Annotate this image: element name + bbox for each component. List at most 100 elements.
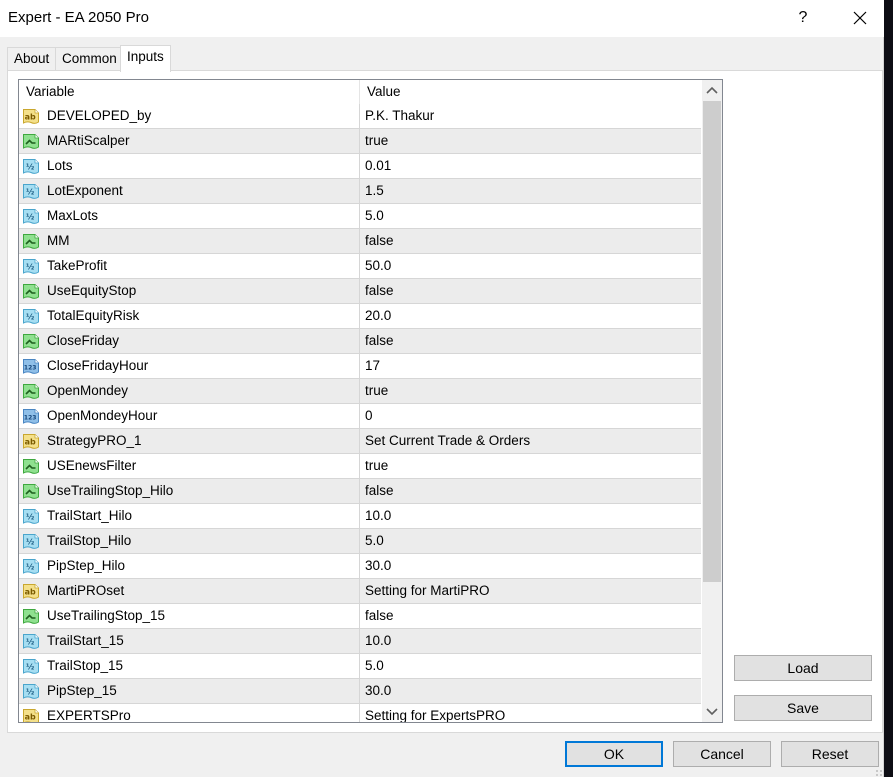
double-type-icon: ½ bbox=[23, 534, 39, 549]
value-cell[interactable]: 50.0 bbox=[359, 254, 701, 278]
grid-rows: ab DEVELOPED_by P.K. Thakur MARtiScalper tru… bbox=[19, 104, 701, 722]
title-bar[interactable]: Expert - EA 2050 Pro ? bbox=[0, 0, 884, 37]
table-row[interactable]: ½ TrailStart_Hilo 10.0 bbox=[19, 504, 701, 529]
variable-cell: MM bbox=[19, 229, 359, 253]
table-row[interactable]: ab EXPERTSPro Setting for ExpertsPRO bbox=[19, 704, 701, 722]
value-cell[interactable]: 10.0 bbox=[359, 629, 701, 653]
value-cell[interactable]: Setting for ExpertsPRO bbox=[359, 704, 701, 722]
table-row[interactable]: ½ PipStep_15 30.0 bbox=[19, 679, 701, 704]
table-row[interactable]: ab MartiPROset Setting for MartiPRO bbox=[19, 579, 701, 604]
load-button[interactable]: Load bbox=[734, 655, 872, 681]
double-type-icon: ½ bbox=[23, 634, 39, 649]
svg-text:123: 123 bbox=[24, 415, 37, 422]
variable-name: UseTrailingStop_Hilo bbox=[47, 483, 174, 498]
table-row[interactable]: ½ PipStep_Hilo 30.0 bbox=[19, 554, 701, 579]
string-type-icon: ab bbox=[23, 709, 39, 722]
table-row[interactable]: MM false bbox=[19, 229, 701, 254]
ok-button[interactable]: OK bbox=[565, 741, 663, 767]
value-cell[interactable]: 10.0 bbox=[359, 504, 701, 528]
value-cell[interactable]: true bbox=[359, 379, 701, 403]
value-cell[interactable]: true bbox=[359, 129, 701, 153]
value-cell[interactable]: 30.0 bbox=[359, 554, 701, 578]
variable-name: TrailStop_Hilo bbox=[47, 533, 132, 548]
svg-text:½: ½ bbox=[26, 187, 34, 197]
bool-type-icon bbox=[23, 334, 39, 349]
value-cell[interactable]: 1.5 bbox=[359, 179, 701, 203]
column-header-variable[interactable]: Variable bbox=[19, 80, 359, 104]
value-cell[interactable]: 5.0 bbox=[359, 654, 701, 678]
table-row[interactable]: OpenMondey true bbox=[19, 379, 701, 404]
table-row[interactable]: 123 CloseFridayHour 17 bbox=[19, 354, 701, 379]
help-button[interactable]: ? bbox=[790, 4, 816, 32]
value-cell[interactable]: false bbox=[359, 329, 701, 353]
double-type-icon: ½ bbox=[23, 184, 39, 199]
scroll-up-button[interactable] bbox=[702, 80, 722, 100]
table-row[interactable]: ab StrategyPRO_1 Set Current Trade & Order… bbox=[19, 429, 701, 454]
scrollbar-thumb[interactable] bbox=[703, 101, 721, 582]
table-row[interactable]: UseTrailingStop_15 false bbox=[19, 604, 701, 629]
table-row[interactable]: 123 OpenMondeyHour 0 bbox=[19, 404, 701, 429]
variable-name: UseEquityStop bbox=[47, 283, 137, 298]
value-cell[interactable]: false bbox=[359, 479, 701, 503]
table-row[interactable]: MARtiScalper true bbox=[19, 129, 701, 154]
cancel-button[interactable]: Cancel bbox=[673, 741, 771, 767]
value-cell[interactable]: false bbox=[359, 229, 701, 253]
table-row[interactable]: ½ MaxLots 5.0 bbox=[19, 204, 701, 229]
variable-cell: ½ TrailStart_Hilo bbox=[19, 504, 359, 528]
value-cell[interactable]: 0.01 bbox=[359, 154, 701, 178]
value-cell[interactable]: 5.0 bbox=[359, 204, 701, 228]
variable-name: TrailStop_15 bbox=[47, 658, 124, 673]
bool-type-icon bbox=[23, 459, 39, 474]
variable-cell: ab MartiPROset bbox=[19, 579, 359, 603]
table-row[interactable]: ½ Lots 0.01 bbox=[19, 154, 701, 179]
tab-about[interactable]: About bbox=[7, 47, 56, 71]
svg-text:ab: ab bbox=[25, 113, 36, 122]
table-row[interactable]: UseTrailingStop_Hilo false bbox=[19, 479, 701, 504]
value-cell[interactable]: 17 bbox=[359, 354, 701, 378]
svg-text:½: ½ bbox=[26, 512, 34, 522]
table-row[interactable]: ½ LotExponent 1.5 bbox=[19, 179, 701, 204]
scroll-down-button[interactable] bbox=[702, 702, 722, 722]
table-row[interactable]: ½ TrailStop_Hilo 5.0 bbox=[19, 529, 701, 554]
value-cell[interactable]: false bbox=[359, 604, 701, 628]
value-cell[interactable]: P.K. Thakur bbox=[359, 104, 701, 128]
variable-name: TrailStart_Hilo bbox=[47, 508, 133, 523]
tab-inputs[interactable]: Inputs bbox=[120, 45, 171, 72]
table-row[interactable]: ½ TotalEquityRisk 20.0 bbox=[19, 304, 701, 329]
value-cell[interactable]: true bbox=[359, 454, 701, 478]
table-row[interactable]: CloseFriday false bbox=[19, 329, 701, 354]
value-cell[interactable]: Set Current Trade & Orders bbox=[359, 429, 701, 453]
save-button[interactable]: Save bbox=[734, 695, 872, 721]
bool-type-icon bbox=[23, 609, 39, 624]
value-cell[interactable]: 5.0 bbox=[359, 529, 701, 553]
vertical-scrollbar[interactable] bbox=[702, 80, 722, 722]
table-row[interactable]: ½ TrailStop_15 5.0 bbox=[19, 654, 701, 679]
table-row[interactable]: ½ TakeProfit 50.0 bbox=[19, 254, 701, 279]
variable-name: MaxLots bbox=[47, 208, 99, 223]
variable-name: Lots bbox=[47, 158, 73, 173]
reset-button[interactable]: Reset bbox=[781, 741, 879, 767]
variable-name: TrailStart_15 bbox=[47, 633, 124, 648]
value-cell[interactable]: false bbox=[359, 279, 701, 303]
close-icon bbox=[853, 11, 867, 25]
svg-text:½: ½ bbox=[26, 312, 34, 322]
tab-common[interactable]: Common bbox=[55, 47, 121, 71]
variable-name: LotExponent bbox=[47, 183, 123, 198]
close-button[interactable] bbox=[845, 4, 875, 32]
svg-text:ab: ab bbox=[25, 713, 36, 722]
svg-text:ab: ab bbox=[25, 588, 36, 597]
variable-name: DEVELOPED_by bbox=[47, 108, 152, 123]
table-row[interactable]: USEnewsFilter true bbox=[19, 454, 701, 479]
value-cell[interactable]: Setting for MartiPRO bbox=[359, 579, 701, 603]
table-row[interactable]: ab DEVELOPED_by P.K. Thakur bbox=[19, 104, 701, 129]
value-cell[interactable]: 30.0 bbox=[359, 679, 701, 703]
table-row[interactable]: UseEquityStop false bbox=[19, 279, 701, 304]
resize-grip-icon[interactable] bbox=[875, 769, 883, 777]
value-cell[interactable]: 0 bbox=[359, 404, 701, 428]
variable-cell: ½ MaxLots bbox=[19, 204, 359, 228]
table-row[interactable]: ½ TrailStart_15 10.0 bbox=[19, 629, 701, 654]
column-header-value[interactable]: Value bbox=[359, 80, 701, 104]
value-cell[interactable]: 20.0 bbox=[359, 304, 701, 328]
svg-text:½: ½ bbox=[26, 662, 34, 672]
variable-name: MartiPROset bbox=[47, 583, 125, 598]
